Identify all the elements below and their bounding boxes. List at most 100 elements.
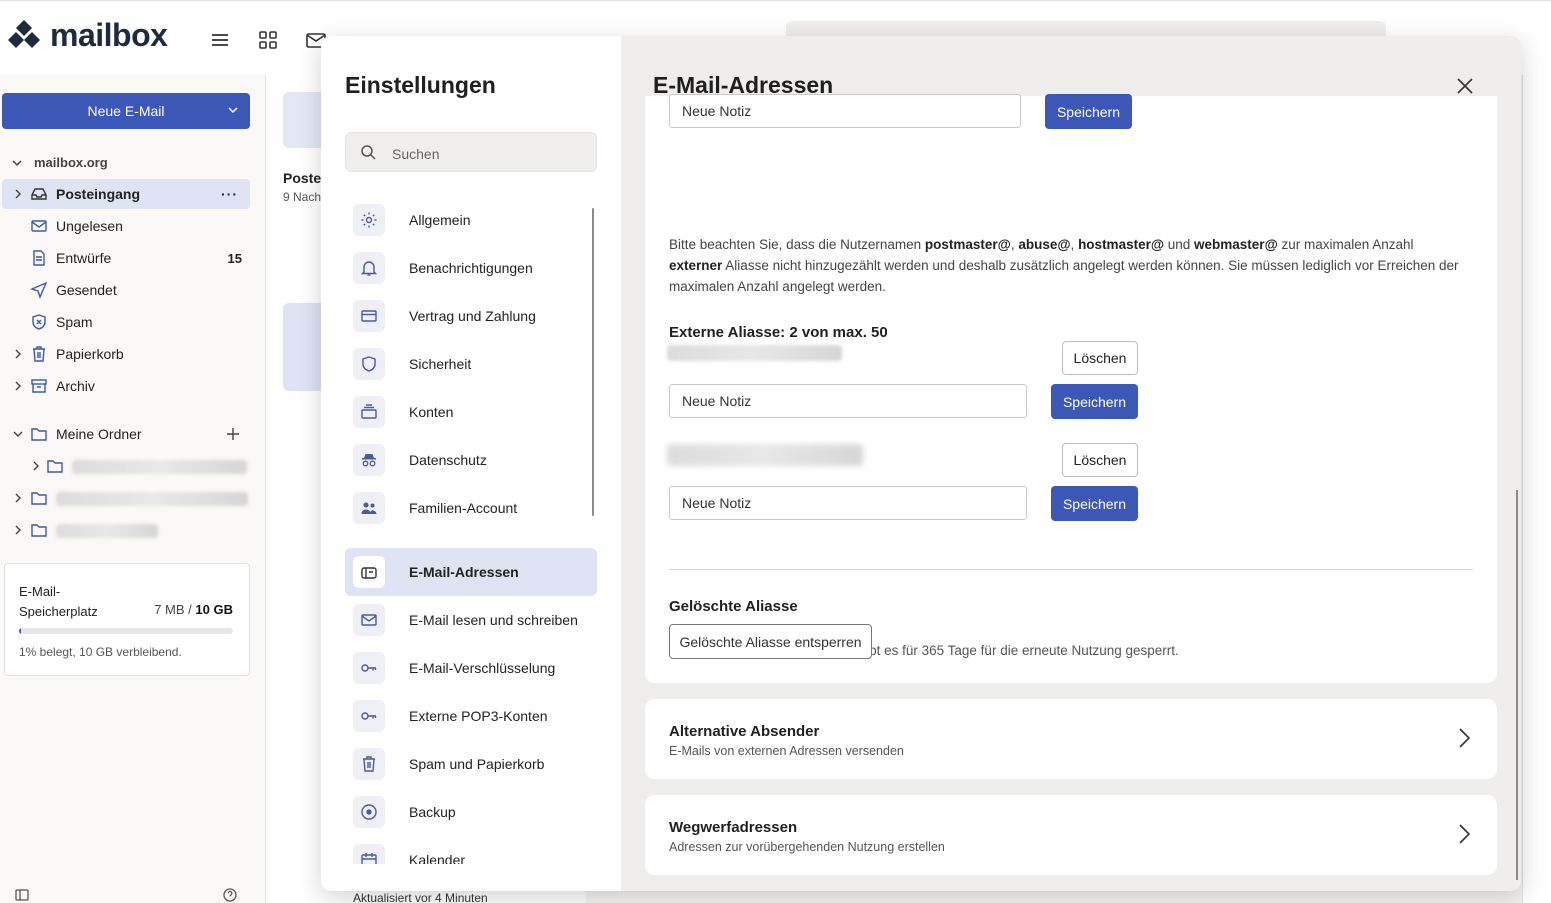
sidebar-toggle-icon[interactable] [14,887,30,903]
delete-alias-button[interactable]: Löschen [1062,341,1138,375]
document-icon [33,250,45,266]
settings-search-placeholder: Suchen [392,146,440,162]
folder-label: Entwürfe [56,250,112,266]
nav-item-spam-papierkorb[interactable]: Spam und Papierkorb [345,740,597,788]
key-icon [353,700,385,732]
chevron-right-icon[interactable] [12,380,24,392]
nav-item-verschluesselung[interactable]: E-Mail-Verschlüsselung [345,644,597,692]
settings-content: E-Mail-Adressen Neue Notiz Speichern Bit… [621,36,1521,891]
section-alternative-senders[interactable]: Alternative Absender E-Mails von externe… [645,699,1497,779]
incognito-icon [353,444,385,476]
nav-item-email-lesen[interactable]: E-Mail lesen und schreiben [345,596,597,644]
unlock-deleted-aliases-button[interactable]: Gelöschte Aliasse entsperren [669,624,872,659]
list-title: Poste [283,170,322,186]
account-folder-item[interactable] [2,515,250,545]
info-username: hostmaster@ [1078,237,1164,252]
section-title: Alternative Absender [669,723,820,740]
external-aliases-heading: Externe Aliasse: 2 von max. 50 [669,324,888,341]
accounts-stack-icon [353,396,385,428]
folder-sent[interactable]: Gesendet [2,275,250,305]
chevron-right-icon[interactable] [1457,727,1471,749]
logo-text: mailbox [50,17,168,53]
help-icon[interactable] [222,887,238,903]
nav-item-sicherheit[interactable]: Sicherheit [345,340,597,388]
spam-shield-icon [32,314,46,330]
chevron-right-icon[interactable] [1457,823,1471,845]
folder-drafts[interactable]: Entwürfe 15 [2,243,250,273]
folder-archive[interactable]: Archiv [2,371,250,401]
storage-note: 1% belegt, 10 GB verbleibend. [19,645,182,659]
folder-trash[interactable]: Papierkorb [2,339,250,369]
folder-inbox[interactable]: Posteingang ··· [2,179,250,209]
alias-note-input[interactable]: Neue Notiz [669,486,1027,520]
alias-note-input[interactable]: Neue Notiz [669,384,1027,418]
nav-item-email-adressen[interactable]: E-Mail-Adressen [345,548,597,596]
account-label[interactable]: mailbox.org [34,155,108,170]
nav-item-kalender[interactable]: Kalender [345,844,597,864]
storage-value: 7 MB / 10 GB [154,602,233,617]
chevron-right-icon[interactable] [12,492,24,504]
more-options-icon[interactable]: ··· [221,186,238,202]
reading-pane-edge [1522,75,1551,903]
redacted-folder-name [72,460,247,474]
apps-grid-icon[interactable] [257,29,279,51]
section-subtitle: E-Mails von externen Adressen versenden [669,744,904,758]
folder-spam[interactable]: Spam [2,307,250,337]
content-scrollbar[interactable] [1516,490,1518,880]
nav-item-pop3[interactable]: Externe POP3-Konten [345,692,597,740]
key-icon [353,652,385,684]
info-username: abuse@ [1018,237,1071,252]
nav-item-label: E-Mail-Verschlüsselung [409,660,556,676]
search-icon [361,145,376,160]
storage-used: 7 MB [154,602,185,617]
logo[interactable]: mailbox [6,17,168,54]
mailbox-icon [353,556,385,588]
info-text-part: Bitte beachten Sie, dass die Nutzernamen [669,237,925,252]
email-addresses-card: Neue Notiz Speichern Bitte beachten Sie,… [645,94,1497,683]
save-note-button[interactable]: Speichern [1051,486,1138,521]
info-text-part: , [1070,237,1079,252]
settings-search-input[interactable]: Suchen [345,132,597,172]
nav-item-label: E-Mail lesen und schreiben [409,612,578,628]
chevron-down-icon[interactable] [12,428,24,440]
nav-item-benachrichtigungen[interactable]: Benachrichtigungen [345,244,597,292]
section-title: Wegwerfadressen [669,819,798,836]
nav-item-konten[interactable]: Konten [345,388,597,436]
save-note-button[interactable]: Speichern [1045,94,1132,129]
alias-info-text: Bitte beachten Sie, dass die Nutzernamen… [669,234,1459,297]
nav-overflow: Kalender [345,844,597,864]
credit-card-icon [353,300,385,332]
chevron-right-icon[interactable] [30,460,42,472]
list-footer: Aktualisiert vor 4 Minuten [353,891,488,903]
new-mail-button[interactable]: Neue E-Mail [2,93,250,129]
chevron-right-icon[interactable] [12,188,24,200]
account-folder-item[interactable] [2,483,250,513]
bell-icon [353,252,385,284]
nav-item-datenschutz[interactable]: Datenschutz [345,436,597,484]
folder-icon [31,428,47,441]
nav-item-familien[interactable]: Familien-Account [345,484,597,532]
section-divider [669,569,1473,570]
folder-unread[interactable]: Ungelesen [2,211,250,241]
chevron-right-icon[interactable] [12,348,24,360]
nav-item-backup[interactable]: Backup [345,788,597,836]
chevron-right-icon[interactable] [12,524,24,536]
nav-item-vertrag[interactable]: Vertrag und Zahlung [345,292,597,340]
my-folders-header[interactable]: Meine Ordner [2,419,250,449]
redacted-alias-address [667,444,863,466]
nav-item-allgemein[interactable]: Allgemein [345,196,597,244]
alias-note-input[interactable]: Neue Notiz [669,94,1021,128]
delete-alias-button[interactable]: Löschen [1062,443,1138,477]
add-folder-icon[interactable] [226,427,240,441]
trash-icon [353,748,385,780]
storage-bar [19,628,233,634]
inbox-icon [31,188,47,200]
draft-count-badge: 15 [227,250,242,266]
hamburger-menu-icon[interactable] [209,29,231,51]
chevron-down-icon[interactable] [226,103,240,117]
section-disposable-addresses[interactable]: Wegwerfadressen Adressen zur vorübergehe… [645,795,1497,875]
archive-icon [31,379,47,393]
chevron-down-icon[interactable] [10,156,24,170]
subfolder-item[interactable] [2,451,250,481]
save-note-button[interactable]: Speichern [1051,384,1138,419]
